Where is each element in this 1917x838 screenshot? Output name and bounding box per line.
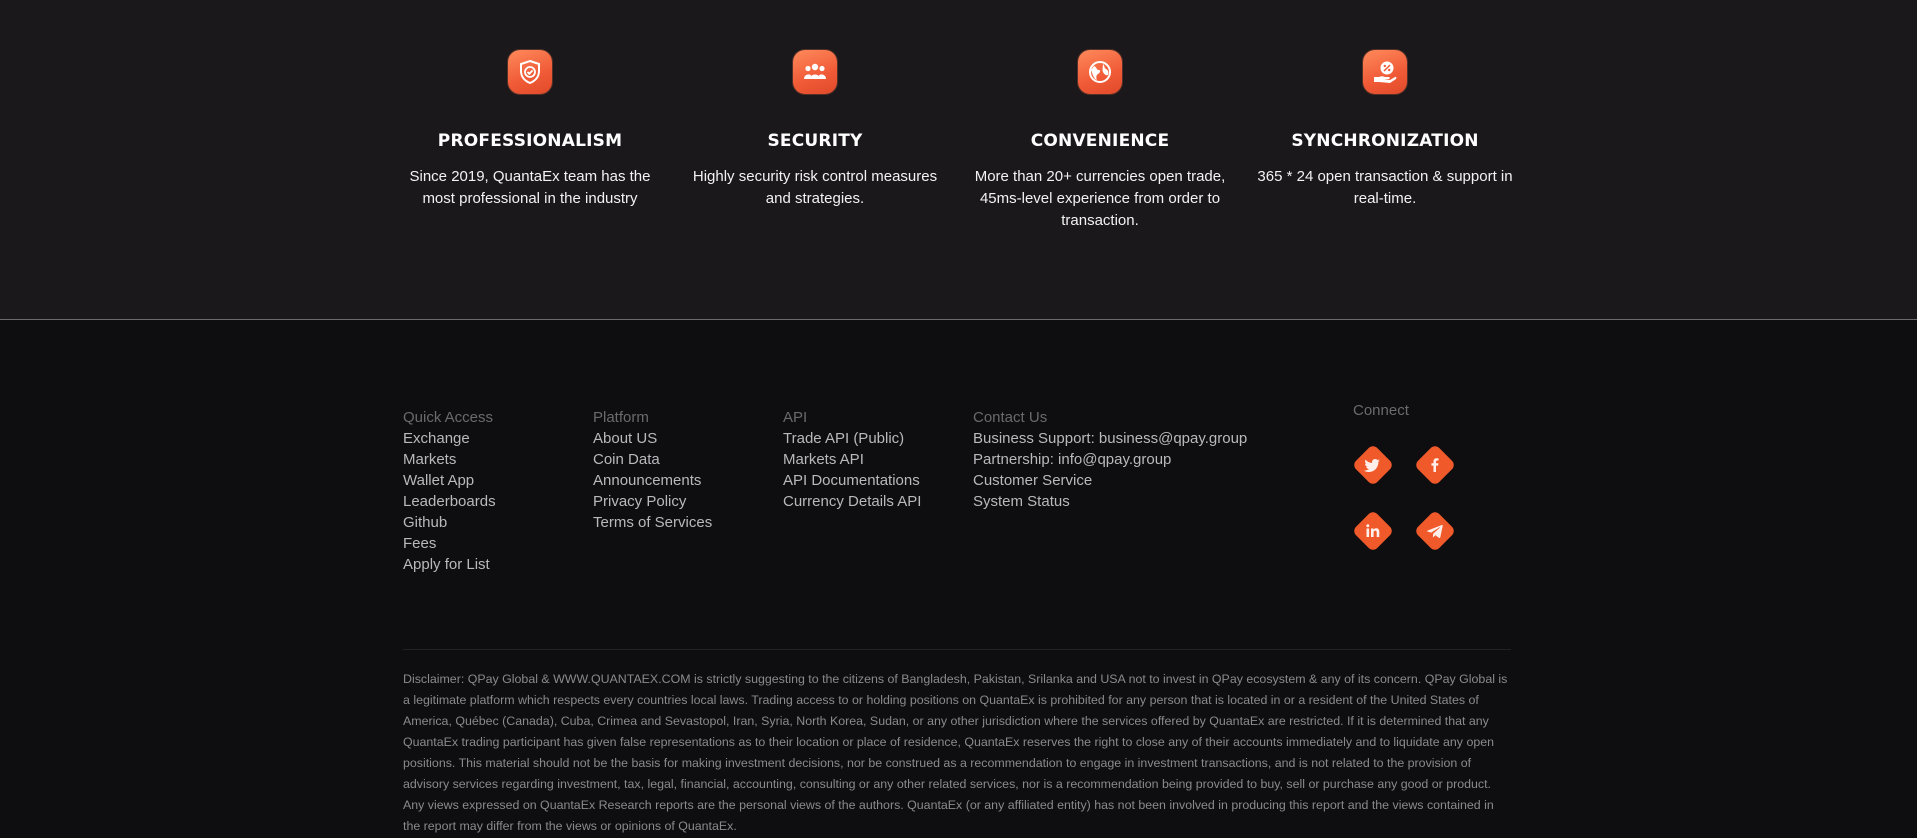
- footer-link-system-status[interactable]: System Status: [973, 491, 1247, 512]
- linkedin-button[interactable]: [1351, 509, 1395, 553]
- facebook-icon: [1431, 458, 1439, 472]
- feature-text: Since 2019, QuantaEx team has the most p…: [409, 168, 651, 207]
- footer-link-business-support[interactable]: Business Support: business@qpay.group: [973, 428, 1247, 449]
- feature-title: CONVENIENCE: [1030, 131, 1170, 151]
- footer-link-partnership[interactable]: Partnership: info@qpay.group: [973, 449, 1247, 470]
- footer-platform: Platform About US Coin Data Announcement…: [593, 407, 712, 533]
- footer-connect-heading: Connect: [1353, 402, 1409, 419]
- shield-check-icon: [508, 50, 552, 94]
- footer-link-currency-details-api[interactable]: Currency Details API: [783, 491, 921, 512]
- footer-link-github[interactable]: Github: [403, 512, 496, 533]
- linkedin-icon: [1366, 524, 1380, 537]
- footer-link-terms-of-services[interactable]: Terms of Services: [593, 512, 712, 533]
- footer-link-announcements[interactable]: Announcements: [593, 470, 712, 491]
- footer-link-apply-for-list[interactable]: Apply for List: [403, 554, 496, 575]
- feature-title: PROFESSIONALISM: [437, 131, 623, 151]
- footer-link-about-us[interactable]: About US: [593, 428, 712, 449]
- footer-quick-access: Quick Access Exchange Markets Wallet App…: [403, 407, 496, 575]
- facebook-button[interactable]: [1413, 443, 1457, 487]
- footer-link-fees[interactable]: Fees: [403, 533, 496, 554]
- footer-heading: Quick Access: [403, 409, 494, 426]
- feature-title: SECURITY: [767, 131, 863, 151]
- footer-link-exchange[interactable]: Exchange: [403, 428, 496, 449]
- team-icon: [793, 50, 837, 94]
- footer-link-markets-api[interactable]: Markets API: [783, 449, 921, 470]
- telegram-button[interactable]: [1413, 509, 1457, 553]
- feature-text: 365 * 24 open transaction & support in r…: [1257, 168, 1513, 207]
- footer-divider: [403, 649, 1511, 650]
- footer-link-leaderboards[interactable]: Leaderboards: [403, 491, 496, 512]
- footer-link-trade-api[interactable]: Trade API (Public): [783, 428, 921, 449]
- hand-percent-icon: [1363, 50, 1407, 94]
- feature-text: More than 20+ currencies open trade, 45m…: [974, 168, 1226, 229]
- telegram-icon: [1426, 524, 1443, 539]
- footer-heading: Platform: [593, 409, 649, 426]
- footer-link-privacy-policy[interactable]: Privacy Policy: [593, 491, 712, 512]
- feature-text: Highly security risk control measures an…: [692, 168, 938, 207]
- footer-link-api-documentations[interactable]: API Documentations: [783, 470, 921, 491]
- twitter-icon: [1363, 459, 1380, 472]
- footer-heading: API: [783, 409, 808, 426]
- features-section: PROFESSIONALISM Since 2019, QuantaEx tea…: [0, 0, 1917, 320]
- footer-link-markets[interactable]: Markets: [403, 449, 496, 470]
- footer-link-customer-service[interactable]: Customer Service: [973, 470, 1247, 491]
- twitter-button[interactable]: [1351, 443, 1395, 487]
- globe-icon: [1078, 50, 1122, 94]
- footer-link-coin-data[interactable]: Coin Data: [593, 449, 712, 470]
- footer-api: API Trade API (Public) Markets API API D…: [783, 407, 921, 512]
- footer-link-wallet-app[interactable]: Wallet App: [403, 470, 496, 491]
- disclaimer-text: Disclaimer: QPay Global & WWW.QUANTAEX.C…: [403, 672, 1508, 833]
- feature-title: SYNCHRONIZATION: [1291, 131, 1479, 151]
- footer-heading: Contact Us: [973, 409, 1048, 426]
- footer-contact: Contact Us Business Support: business@qp…: [973, 407, 1247, 512]
